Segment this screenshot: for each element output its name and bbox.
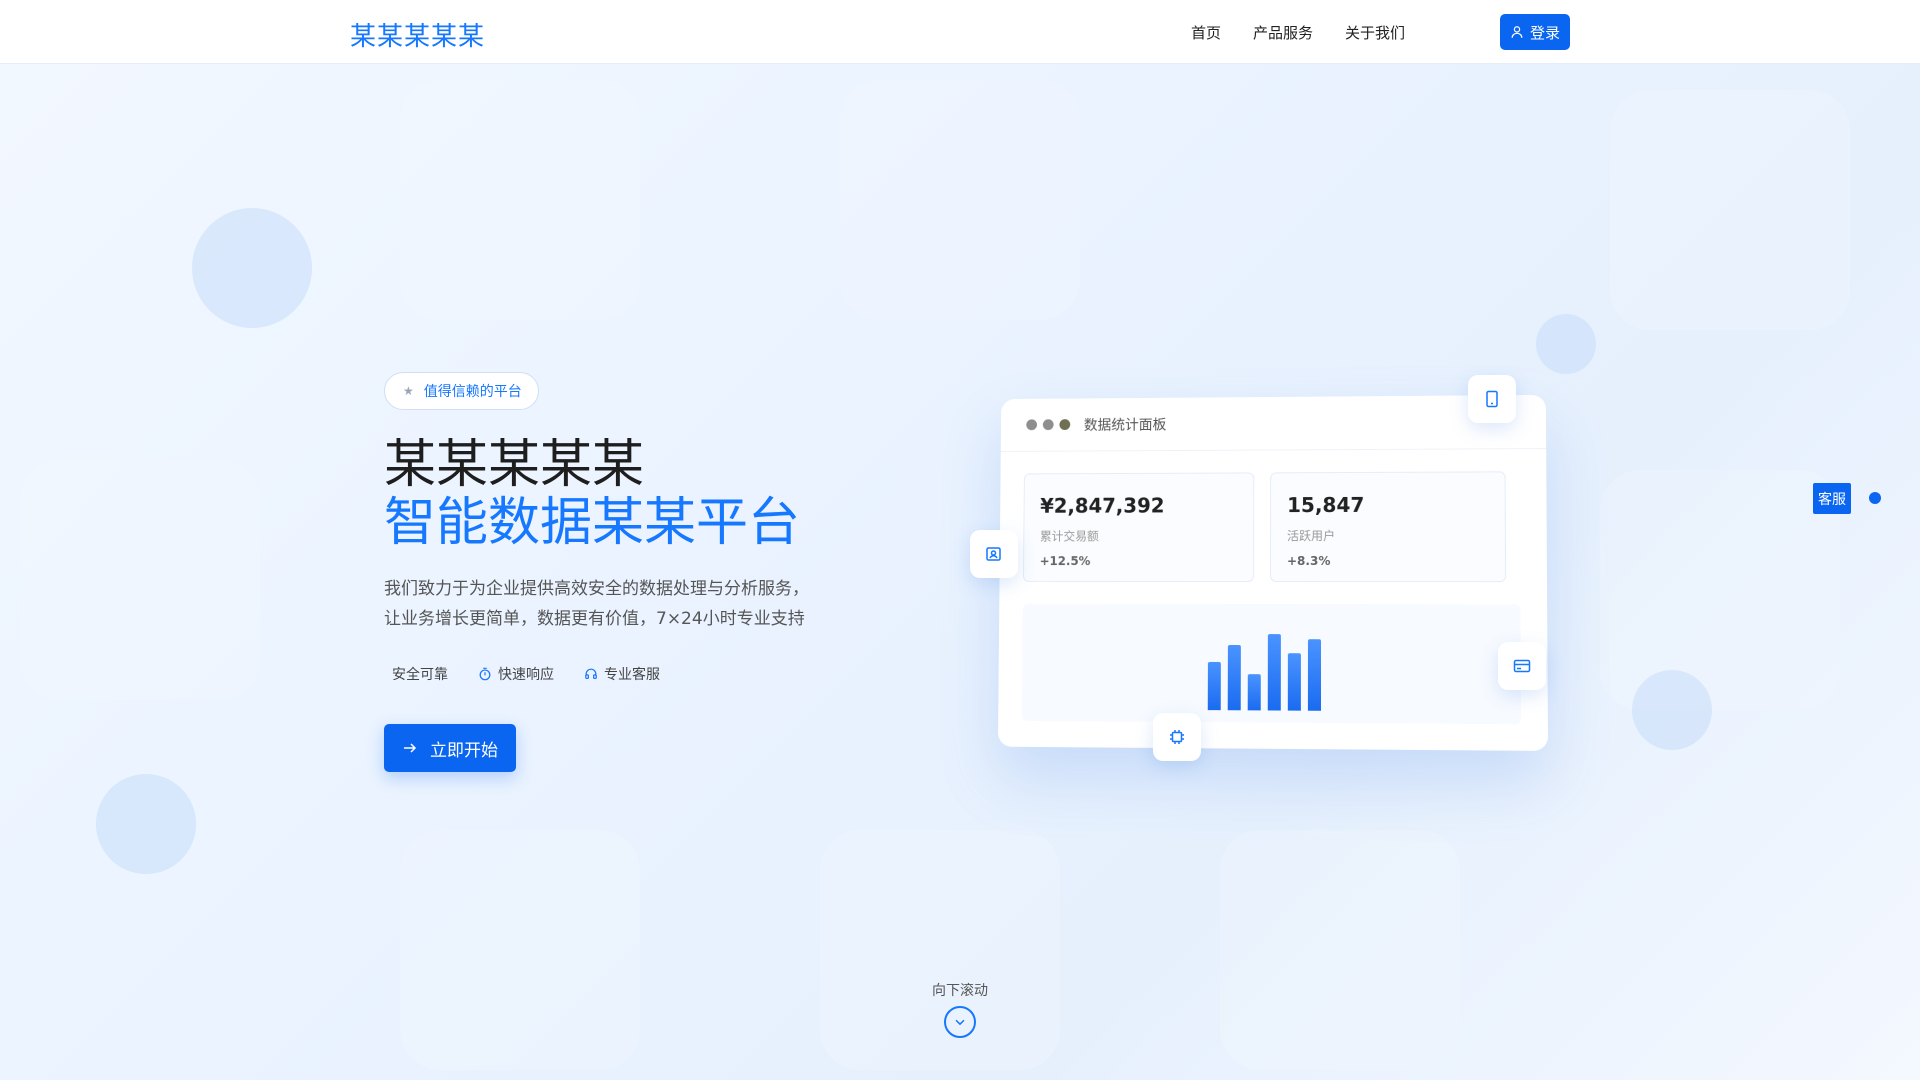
bg-tile — [820, 830, 1060, 1070]
chart-bar — [1308, 639, 1321, 711]
scroll-down-button[interactable] — [944, 1006, 976, 1038]
bg-tile — [400, 80, 640, 320]
bg-tile — [1220, 830, 1460, 1070]
hero-description: 我们致力于为企业提供高效安全的数据处理与分析服务， 让业务增长更简单，数据更有价… — [384, 574, 704, 634]
hero-title-line1: 某某某某某 — [384, 436, 800, 494]
bg-tile — [400, 830, 640, 1070]
login-label: 登录 — [1530, 22, 1560, 43]
feature-label: 安全可靠 — [392, 664, 448, 684]
credit-card-icon-tile — [1498, 642, 1546, 690]
customer-service-tag[interactable]: 客服 — [1813, 483, 1851, 514]
start-label: 立即开始 — [430, 736, 498, 761]
bg-circle — [1536, 314, 1596, 374]
stat-label: 累计交易额 — [1040, 527, 1237, 544]
stat-value: 15,847 — [1287, 492, 1488, 517]
feature-label: 专业客服 — [604, 664, 660, 684]
bg-tile — [840, 80, 1080, 320]
chart-bar — [1288, 653, 1301, 710]
timer-icon — [478, 667, 492, 681]
stat-card-revenue: ¥2,847,392 累计交易额 +12.5% — [1023, 472, 1254, 582]
trust-badge: ★ 值得信赖的平台 — [384, 372, 539, 410]
window-dot — [1026, 419, 1037, 430]
mini-bar-chart — [1022, 604, 1522, 725]
chevron-down-icon — [953, 1015, 967, 1029]
nav-item-home[interactable]: 首页 — [1191, 22, 1221, 43]
scroll-hint: 向下滚动 — [930, 980, 990, 1000]
chip-icon — [1167, 727, 1187, 747]
hero-desc-line1: 我们致力于为企业提供高效安全的数据处理与分析服务， — [384, 574, 704, 604]
stat-change: +8.3% — [1287, 554, 1489, 568]
window-dot — [1059, 419, 1070, 430]
bg-tile — [20, 460, 260, 700]
dashboard-title: 数据统计面板 — [1084, 414, 1167, 434]
nav-item-about[interactable]: 关于我们 — [1345, 22, 1405, 43]
dashboard-header: 数据统计面板 — [1001, 395, 1546, 452]
feature-label: 快速响应 — [498, 664, 554, 684]
chart-bar — [1208, 662, 1221, 710]
user-icon — [1510, 25, 1524, 39]
login-button[interactable]: 登录 — [1500, 14, 1570, 50]
badge-label: 值得信赖的平台 — [424, 381, 522, 401]
top-header: 某某某某某 首页 产品服务 关于我们 登录 — [0, 0, 1920, 64]
window-dot — [1043, 419, 1054, 430]
tablet-icon-tile — [1468, 375, 1516, 423]
credit-card-icon — [1512, 656, 1532, 676]
stat-change: +12.5% — [1040, 554, 1237, 568]
feature-item-speed: 快速响应 — [470, 664, 554, 684]
hero-title-line2: 智能数据某某平台 — [384, 494, 800, 552]
stat-card-users: 15,847 活跃用户 +8.3% — [1270, 471, 1506, 582]
bg-circle — [96, 774, 196, 874]
chart-bar — [1268, 634, 1281, 710]
bg-circle — [1632, 670, 1712, 750]
feature-item-security: 安全可靠 — [384, 664, 448, 684]
feature-item-support: 专业客服 — [576, 664, 660, 684]
bg-tile — [1610, 90, 1850, 330]
star-icon: ★ — [403, 384, 414, 398]
nav-item-products[interactable]: 产品服务 — [1253, 22, 1313, 43]
hero-title: 某某某某某 智能数据某某平台 — [384, 436, 800, 552]
chip-icon-tile — [1153, 713, 1201, 761]
stat-value: ¥2,847,392 — [1040, 493, 1237, 517]
site-logo[interactable]: 某某某某某 — [350, 16, 485, 53]
chart-bar — [1228, 645, 1241, 710]
headset-icon — [584, 667, 598, 681]
bg-circle — [192, 208, 312, 328]
chart-bar — [1248, 674, 1261, 710]
start-button[interactable]: 立即开始 — [384, 724, 516, 772]
arrow-right-icon — [402, 740, 418, 756]
stat-label: 活跃用户 — [1287, 527, 1489, 544]
id-card-icon-tile — [970, 530, 1018, 578]
tablet-icon — [1482, 389, 1502, 409]
dashboard-card: 数据统计面板 ¥2,847,392 累计交易额 +12.5% 15,847 活跃… — [998, 395, 1548, 751]
hero-desc-line2: 让业务增长更简单，数据更有价值，7×24小时专业支持 — [384, 604, 704, 634]
main-nav: 首页 产品服务 关于我们 — [1191, 0, 1405, 64]
id-card-icon — [984, 544, 1004, 564]
feature-list: 安全可靠 快速响应 专业客服 — [384, 664, 660, 684]
status-dot — [1869, 492, 1881, 504]
bg-tile — [1600, 470, 1840, 710]
